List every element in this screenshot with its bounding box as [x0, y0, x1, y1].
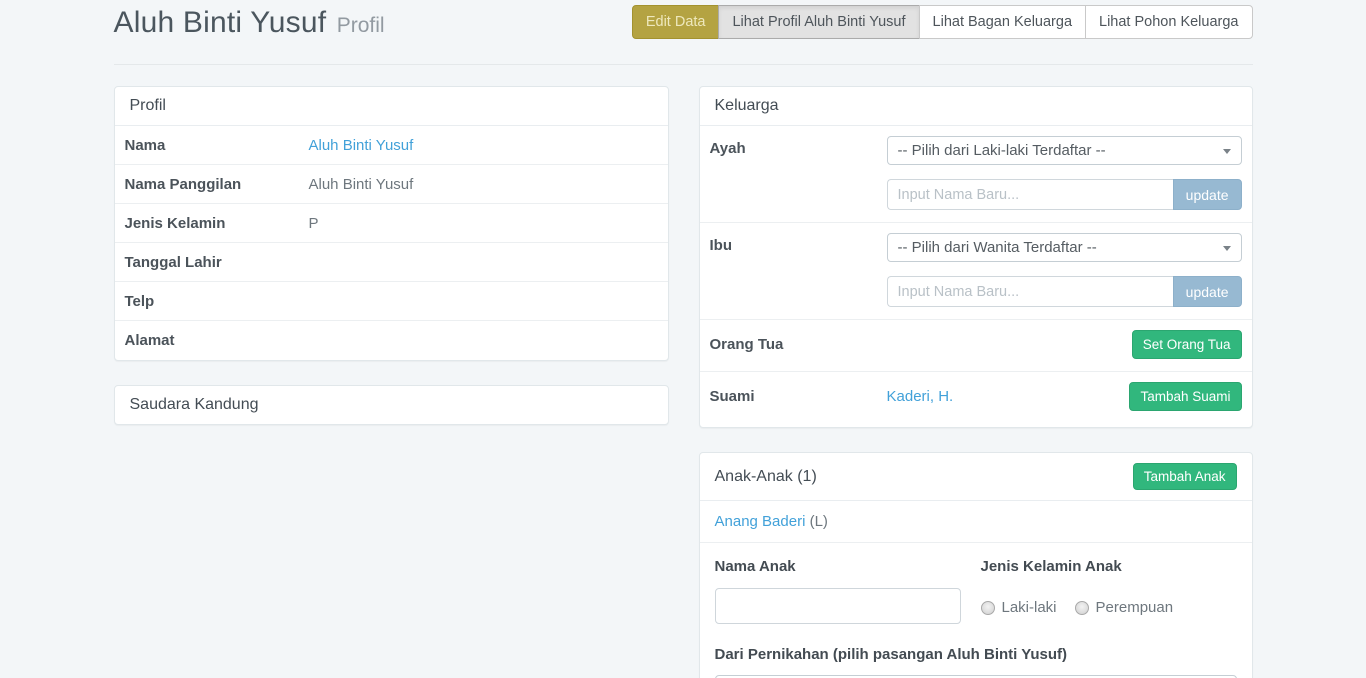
radio-button-icon	[981, 601, 995, 615]
tambah-anak-header-button[interactable]: Tambah Anak	[1133, 463, 1237, 490]
ibu-update-button[interactable]: update	[1173, 276, 1242, 307]
ayah-select-value: -- Pilih dari Laki-laki Terdaftar --	[898, 142, 1106, 159]
table-row-telp: Telp	[115, 282, 668, 321]
set-orang-tua-button[interactable]: Set Orang Tua	[1132, 330, 1242, 359]
jenis-kelamin-radio-group: Laki-laki Perempuan	[981, 599, 1237, 616]
table-row-nama: Nama Aluh Binti Yusuf	[115, 126, 668, 165]
ibu-label: Ibu	[710, 233, 887, 254]
header-divider	[114, 64, 1253, 65]
right-column: Keluarga Ayah -- Pilih dari Laki-laki Te…	[699, 86, 1253, 678]
radio-button-icon	[1075, 601, 1089, 615]
suami-row: Suami Kaderi, H. Tambah Suami	[700, 372, 1252, 427]
row-label: Nama	[125, 137, 309, 154]
nama-anak-input[interactable]	[715, 588, 961, 624]
view-tab-group: Edit Data Lihat Profil Aluh Binti Yusuf …	[632, 5, 1253, 39]
dari-pernikahan-label: Dari Pernikahan (pilih pasangan Aluh Bin…	[715, 646, 1237, 663]
row-label: Telp	[125, 293, 309, 310]
keluarga-panel-title: Keluarga	[700, 87, 1252, 126]
page-subtitle: Profil	[337, 14, 385, 37]
ibu-input-group: update	[887, 276, 1242, 307]
tab-lihat-profil[interactable]: Lihat Profil Aluh Binti Yusuf	[718, 5, 919, 39]
row-value: P	[309, 215, 319, 232]
orang-tua-row: Orang Tua Set Orang Tua	[700, 320, 1252, 372]
page-header: Aluh Binti Yusuf Profil Edit Data Lihat …	[114, 0, 1253, 50]
ayah-label: Ayah	[710, 136, 887, 157]
ibu-select-value: -- Pilih dari Wanita Terdaftar --	[898, 239, 1097, 256]
saudara-kandung-panel: Saudara Kandung	[114, 385, 669, 425]
ayah-row: Ayah -- Pilih dari Laki-laki Terdaftar -…	[700, 126, 1252, 223]
row-label: Alamat	[125, 332, 309, 349]
table-row-nama-panggilan: Nama Panggilan Aluh Binti Yusuf	[115, 165, 668, 204]
suami-label: Suami	[710, 388, 887, 405]
ibu-name-input[interactable]	[887, 276, 1173, 307]
profil-panel: Profil Nama Aluh Binti Yusuf Nama Panggi…	[114, 86, 669, 361]
child-name-link[interactable]: Anang Baderi	[715, 513, 806, 530]
row-value: Aluh Binti Yusuf	[309, 176, 414, 193]
page-title: Aluh Binti Yusuf	[114, 6, 327, 39]
ayah-input-group: update	[887, 179, 1242, 210]
anak-anak-panel: Anak-Anak (1) Tambah Anak Anang Baderi (…	[699, 452, 1253, 678]
left-column: Profil Nama Aluh Binti Yusuf Nama Panggi…	[114, 86, 669, 449]
suami-link[interactable]: Kaderi, H.	[887, 388, 954, 405]
tab-lihat-pohon-keluarga[interactable]: Lihat Pohon Keluarga	[1085, 5, 1252, 39]
child-list-item: Anang Baderi (L)	[700, 501, 1252, 543]
tab-lihat-bagan-keluarga[interactable]: Lihat Bagan Keluarga	[919, 5, 1086, 39]
radio-perempuan-label: Perempuan	[1096, 599, 1174, 616]
row-label: Jenis Kelamin	[125, 215, 309, 232]
ibu-row: Ibu -- Pilih dari Wanita Terdaftar -- up…	[700, 223, 1252, 320]
tab-edit-data[interactable]: Edit Data	[632, 5, 720, 39]
row-label: Tanggal Lahir	[125, 254, 309, 271]
caret-down-icon	[1223, 246, 1231, 251]
ayah-update-button[interactable]: update	[1173, 179, 1242, 210]
orang-tua-label: Orang Tua	[710, 336, 887, 353]
table-row-tanggal-lahir: Tanggal Lahir	[115, 243, 668, 282]
jenis-kelamin-anak-label: Jenis Kelamin Anak	[981, 558, 1237, 575]
keluarga-panel: Keluarga Ayah -- Pilih dari Laki-laki Te…	[699, 86, 1253, 428]
table-row-alamat: Alamat	[115, 321, 668, 360]
radio-perempuan[interactable]: Perempuan	[1075, 599, 1174, 616]
tambah-suami-button[interactable]: Tambah Suami	[1129, 382, 1241, 411]
ayah-select[interactable]: -- Pilih dari Laki-laki Terdaftar --	[887, 136, 1242, 165]
add-child-form: Nama Anak Jenis Kelamin Anak Laki-laki	[700, 543, 1252, 678]
anak-anak-panel-heading: Anak-Anak (1) Tambah Anak	[700, 453, 1252, 501]
nama-link[interactable]: Aluh Binti Yusuf	[309, 137, 414, 154]
saudara-kandung-panel-title: Saudara Kandung	[115, 386, 668, 424]
nama-anak-label: Nama Anak	[715, 558, 961, 575]
table-row-jenis-kelamin: Jenis Kelamin P	[115, 204, 668, 243]
anak-anak-panel-title: Anak-Anak (1)	[715, 468, 817, 486]
radio-laki-laki[interactable]: Laki-laki	[981, 599, 1057, 616]
profil-panel-title: Profil	[115, 87, 668, 126]
radio-laki-laki-label: Laki-laki	[1002, 599, 1057, 616]
page-container: Aluh Binti Yusuf Profil Edit Data Lihat …	[114, 0, 1253, 678]
ibu-select[interactable]: -- Pilih dari Wanita Terdaftar --	[887, 233, 1242, 262]
caret-down-icon	[1223, 149, 1231, 154]
row-label: Nama Panggilan	[125, 176, 309, 193]
ayah-name-input[interactable]	[887, 179, 1173, 210]
child-gender-label: (L)	[810, 513, 828, 530]
